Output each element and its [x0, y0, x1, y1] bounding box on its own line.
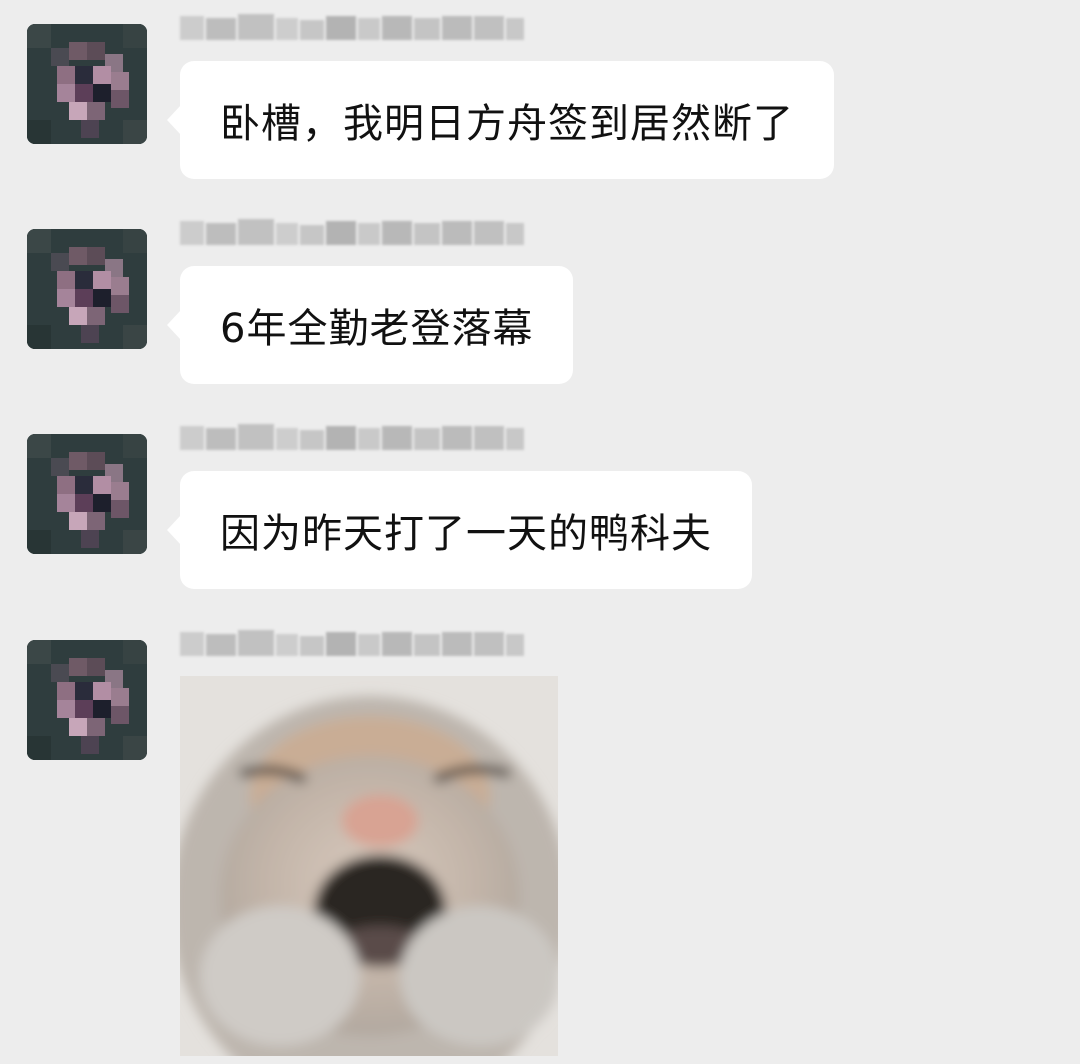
pixelated-nickname: [180, 424, 524, 450]
blurry-screaming-cat-sticker: [180, 676, 558, 1056]
pixelated-nickname: [180, 630, 524, 656]
avatar[interactable]: [27, 229, 147, 349]
pixelated-avatar-icon: [27, 229, 147, 349]
pixelated-nickname: [180, 219, 524, 245]
avatar[interactable]: [27, 24, 147, 144]
message-bubble[interactable]: 6年全勤老登落幕: [166, 266, 574, 384]
message-text: 6年全勤老登落幕: [220, 306, 534, 352]
pixelated-avatar-icon: [27, 640, 147, 760]
message-text: 卧槽，我明日方舟签到居然断了: [220, 101, 794, 147]
message-bubble[interactable]: 卧槽，我明日方舟签到居然断了: [167, 61, 834, 179]
avatar[interactable]: [27, 434, 147, 554]
message-text: 因为昨天打了一天的鸭科夫: [220, 511, 712, 557]
message-bubble[interactable]: 因为昨天打了一天的鸭科夫: [167, 471, 752, 589]
pixelated-avatar-icon: [27, 24, 147, 144]
pixelated-nickname: [180, 14, 524, 40]
sticker-image[interactable]: [180, 676, 558, 1056]
avatar[interactable]: [27, 640, 147, 760]
pixelated-avatar-icon: [27, 434, 147, 554]
chat-thread: 卧槽，我明日方舟签到居然断了 6年全勤老登落幕 因为昨天打了一天的鸭科夫: [0, 0, 1080, 1064]
